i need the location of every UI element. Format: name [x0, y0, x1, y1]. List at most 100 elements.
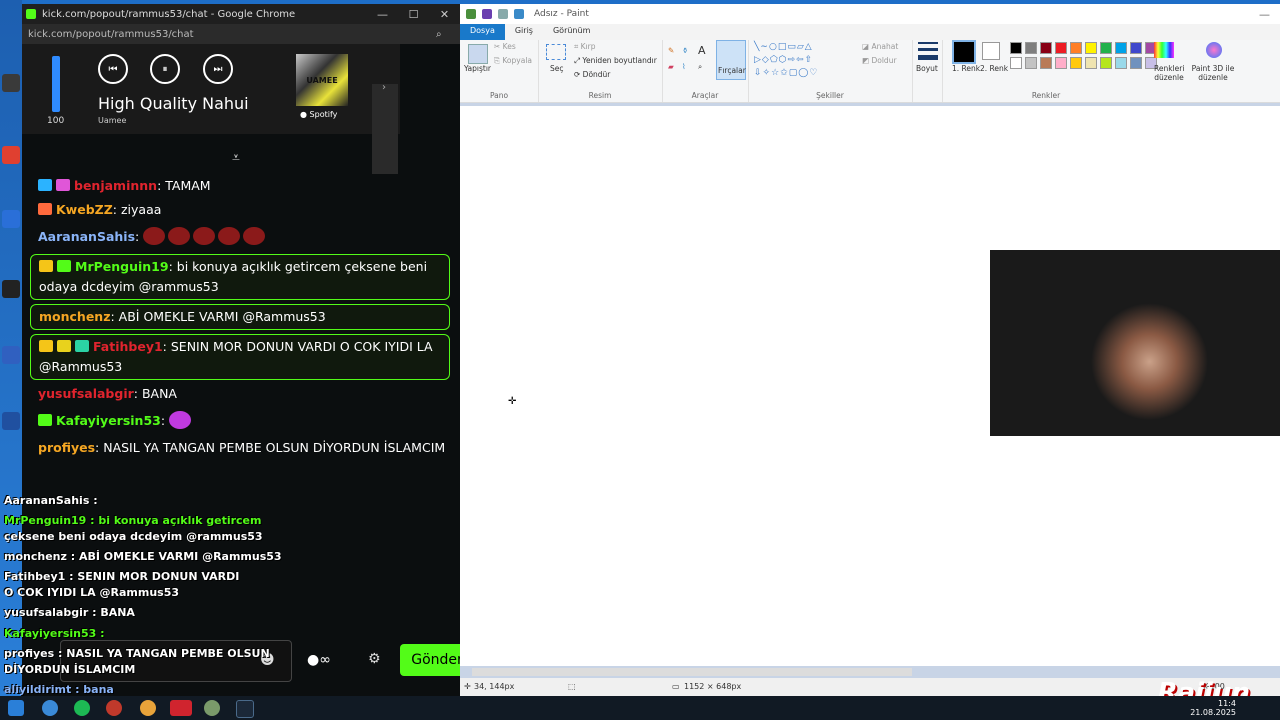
pause-icon[interactable]: ⏸: [150, 54, 180, 84]
paint3d-button[interactable]: Paint 3D ile düzenle: [1190, 64, 1236, 82]
previous-track-icon[interactable]: ⏮: [98, 54, 128, 84]
palette-swatch[interactable]: [1130, 42, 1142, 54]
app-icon[interactable]: [42, 700, 58, 716]
chat-username[interactable]: yusufsalabgir: [38, 386, 134, 401]
outline-button[interactable]: ◪ Anahat: [862, 42, 898, 51]
size-line-icon[interactable]: [918, 42, 938, 44]
fill-button[interactable]: ◩ Doldur: [862, 56, 897, 65]
size-line-icon[interactable]: [918, 48, 938, 51]
shapes-gallery[interactable]: ╲∼○□▭▱△: [754, 42, 813, 52]
color2-button[interactable]: 2. Renk: [980, 64, 1008, 73]
chrome-taskbar-icon[interactable]: [140, 700, 156, 716]
app-icon[interactable]: [106, 700, 122, 716]
collapse-icon[interactable]: ⩡: [232, 150, 240, 166]
desktop-shortcut-icon[interactable]: [2, 210, 20, 228]
text-tool-icon[interactable]: A: [698, 44, 706, 57]
chat-input[interactable]: [60, 640, 292, 682]
palette-swatch[interactable]: [1055, 42, 1067, 54]
palette-swatch[interactable]: [1070, 57, 1082, 69]
color1-swatch[interactable]: [952, 40, 976, 64]
app-icon[interactable]: [204, 700, 220, 716]
chat-username[interactable]: MrPenguin19: [75, 259, 169, 274]
select-icon[interactable]: [546, 44, 566, 60]
shapes-gallery-row2[interactable]: ▷◇⬠⬡⇨⇦⇧: [754, 55, 813, 65]
palette-swatch[interactable]: [1100, 57, 1112, 69]
palette-swatch[interactable]: [1100, 42, 1112, 54]
pencil-icon[interactable]: ✎: [668, 46, 674, 55]
color1-button[interactable]: 1. Renk: [952, 64, 980, 73]
palette-swatch[interactable]: [1025, 57, 1037, 69]
palette-swatch[interactable]: [1115, 42, 1127, 54]
minimize-icon[interactable]: —: [1249, 8, 1280, 21]
chat-username[interactable]: monchenz: [39, 309, 110, 324]
crop-button[interactable]: ⌗ Kırp: [574, 42, 595, 52]
palette-swatch[interactable]: [1010, 57, 1022, 69]
size-line-icon[interactable]: [918, 55, 938, 60]
undo-icon[interactable]: [498, 9, 508, 19]
desktop-shortcut-icon[interactable]: [2, 280, 20, 298]
volume-slider[interactable]: [52, 56, 60, 112]
kicks-infinity-icon[interactable]: ●∞: [307, 652, 331, 668]
paint-title-bar: Adsız - Paint —: [460, 4, 1280, 24]
save-icon[interactable]: [482, 9, 492, 19]
size-button[interactable]: Boyut: [916, 64, 938, 73]
edit-colors-button[interactable]: Renkleri düzenle: [1154, 64, 1184, 82]
palette-swatch[interactable]: [1040, 42, 1052, 54]
tab-home[interactable]: Giriş: [505, 24, 543, 40]
address-bar[interactable]: kick.com/popout/rammus53/chat ⌕: [22, 24, 460, 44]
chat-username[interactable]: benjaminnn: [74, 178, 157, 193]
tab-view[interactable]: Görünüm: [543, 24, 600, 40]
rotate-button[interactable]: ⟳ Döndür: [574, 70, 610, 79]
horizontal-scrollbar[interactable]: [472, 668, 912, 676]
select-button[interactable]: Seç: [550, 64, 564, 73]
steam-taskbar-icon[interactable]: [236, 700, 254, 718]
paste-icon[interactable]: [468, 44, 488, 64]
gift-icon: [56, 179, 70, 191]
cut-button[interactable]: ✂ Kes: [494, 42, 516, 51]
palette-swatch[interactable]: [1025, 42, 1037, 54]
next-track-icon[interactable]: ⏭: [203, 54, 233, 84]
palette-swatch[interactable]: [1055, 57, 1067, 69]
desktop-shortcut-icon[interactable]: [2, 74, 20, 92]
edit-colors-icon[interactable]: [1154, 42, 1174, 58]
palette-swatch[interactable]: [1115, 57, 1127, 69]
chat-username[interactable]: Kafayiyersin53: [56, 413, 161, 428]
resize-button[interactable]: ⤢ Yeniden boyutlandır: [574, 56, 657, 66]
close-icon[interactable]: ✕: [429, 8, 460, 21]
chrome-shortcut-icon[interactable]: [2, 146, 20, 164]
zoom-icon[interactable]: ⌕: [436, 29, 460, 40]
windows-start-icon[interactable]: [8, 700, 24, 716]
paste-button[interactable]: Yapıştır: [464, 64, 491, 73]
palette-swatch[interactable]: [1070, 42, 1082, 54]
eraser-icon[interactable]: ▰: [668, 62, 674, 71]
redo-icon[interactable]: [514, 9, 524, 19]
spotify-taskbar-icon[interactable]: [74, 700, 90, 716]
palette-swatch[interactable]: [1010, 42, 1022, 54]
emoji-icon[interactable]: ☻: [260, 652, 275, 668]
gear-icon[interactable]: ⚙: [368, 651, 381, 667]
palette-swatch[interactable]: [1085, 57, 1097, 69]
chat-username[interactable]: Fatihbey1: [93, 339, 163, 354]
shapes-gallery-row3[interactable]: ⇩✧☆✩▢◯♡: [754, 68, 818, 78]
desktop-shortcut-icon[interactable]: [2, 412, 20, 430]
chat-username[interactable]: profiyes: [38, 440, 95, 455]
tab-file[interactable]: Dosya: [460, 24, 505, 40]
maximize-icon[interactable]: ☐: [398, 8, 429, 21]
desktop-shortcut-icon[interactable]: [2, 346, 20, 364]
palette-swatch[interactable]: [1040, 57, 1052, 69]
chat-username[interactable]: AarananSahis: [38, 229, 135, 244]
minimize-icon[interactable]: —: [367, 8, 398, 21]
magnifier-icon[interactable]: ⌕: [698, 62, 702, 72]
chat-username[interactable]: KwebZZ: [56, 202, 113, 217]
palette-swatch[interactable]: [1085, 42, 1097, 54]
app-icon[interactable]: [170, 700, 192, 716]
color2-swatch[interactable]: [982, 42, 1000, 60]
system-clock[interactable]: 11:4 21.08.2025: [1190, 699, 1236, 717]
color-picker-icon[interactable]: ⌇: [682, 62, 686, 71]
chevron-right-icon[interactable]: ›: [382, 82, 386, 93]
paint3d-icon[interactable]: [1206, 42, 1222, 58]
copy-button[interactable]: ⎘ Kopyala: [494, 56, 532, 66]
fill-bucket-icon[interactable]: ⚱: [682, 46, 688, 55]
crown-icon: [39, 260, 53, 272]
palette-swatch[interactable]: [1130, 57, 1142, 69]
